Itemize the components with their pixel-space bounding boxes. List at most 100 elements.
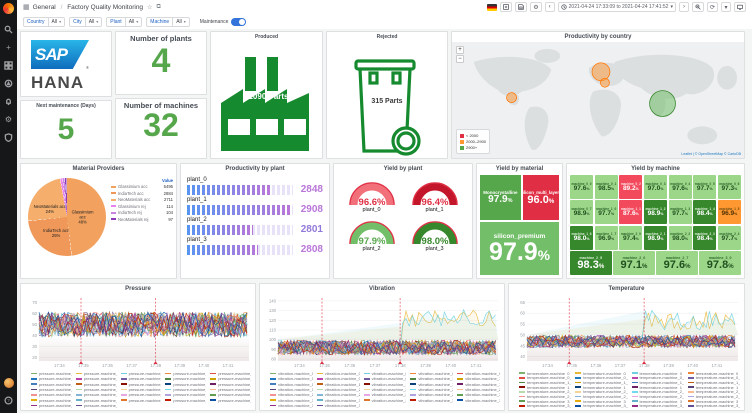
star-icon[interactable]: ☆ [147,4,152,11]
admin-shield-icon[interactable] [3,132,14,143]
machine-tile-machine_0_4[interactable]: machine_0_497.6% [669,175,692,199]
legend-item[interactable]: temperature-machine_3_4 [519,404,571,408]
pie-legend-item[interactable]: IndiaTech acc2884 [111,191,173,196]
legend-item[interactable]: vibration-machine_1_2 [270,382,313,387]
material-tile-silicon_multi_layers[interactable]: silicon_multi_layers96.0% [523,175,559,220]
legend-item[interactable]: temperature-machine_0_7 [688,376,740,380]
pie-legend-item[interactable]: IndiaTech rej104 [111,210,173,215]
machine-tile-machine_0_2[interactable]: machine_0_289.2% [619,175,642,199]
legend-item[interactable]: temperature-machine_2_4 [519,394,571,398]
legend-item[interactable]: pressure-machine_0_4 [210,371,251,376]
panel-title[interactable]: Material Providers [21,164,176,174]
legend-item[interactable]: pressure-machine_2_6 [121,392,162,397]
legend-item[interactable]: vibration-machine_0_5 [270,376,313,381]
legend-item[interactable]: temperature-machine_2_6 [632,394,684,398]
legend-item[interactable]: temperature-machine_1_4 [519,385,571,389]
legend-item[interactable]: temperature-machine_2_5 [575,394,627,398]
tv-mode-button[interactable] [734,2,746,12]
filter-country[interactable]: CountryAll▾ [23,17,65,27]
legend-item[interactable]: pressure-machine_2_1 [121,387,162,392]
legend-item[interactable]: vibration-machine_3_4 [410,398,453,403]
machine-tile-machine_1_2[interactable]: machine_1_298.9% [644,200,667,224]
legend-item[interactable]: vibration-machine_1_6 [457,382,500,387]
time-shift-back-button[interactable]: ‹ [545,2,555,12]
add-panel-button[interactable] [500,2,512,12]
legend-item[interactable]: pressure-machine_1_0 [165,376,206,381]
legend-item[interactable]: pressure-machine_2_7 [165,392,206,397]
legend-item[interactable]: temperature-machine_2_1 [575,390,627,394]
legend-item[interactable]: pressure-machine_3_3 [121,398,162,403]
map-zoom-out-button[interactable]: − [456,55,464,63]
legend-item[interactable]: vibration-machine_2_6 [364,392,407,397]
gauge-plant_3[interactable]: 98.0% plant_3 [403,215,466,252]
legend-item[interactable]: pressure-machine_1_7 [31,387,72,392]
legend-item[interactable]: temperature-machine_1_2 [632,380,684,384]
map-marker-india[interactable] [650,91,676,117]
pie-legend-value-header[interactable]: Value [111,178,173,183]
legend-item[interactable]: temperature-machine_0_1 [575,371,627,375]
machine-tile-machine_3_0[interactable]: machine_3_097.8% [699,251,741,275]
legend-item[interactable]: vibration-machine_0_7 [364,376,407,381]
legend-item[interactable]: vibration-machine_0_0 [270,371,313,376]
pie-legend-item[interactable]: Glassimium acc5495 [111,184,173,189]
map-marker-uk[interactable] [592,63,610,81]
machine-tile-machine_1_6[interactable]: machine_1_698.0% [570,226,593,250]
legend-item[interactable]: pressure-machine_0_1 [76,371,117,376]
explore-icon[interactable] [3,78,14,89]
help-icon[interactable]: ? [3,395,14,406]
legend-item[interactable]: vibration-machine_1_3 [317,382,360,387]
breadcrumb-title[interactable]: Factory Quality Monitoring [67,4,143,11]
legend-item[interactable]: vibration-machine_3_5 [457,398,500,403]
legend-item[interactable]: vibration-machine_2_1 [364,387,407,392]
pie-legend-item[interactable]: NeoMaterials acc2711 [111,197,173,202]
legend-item[interactable]: temperature-machine_2_0 [519,390,571,394]
world-map[interactable]: + − < 20002000–29002900+ Leaflet | © Ope… [452,42,744,158]
legend-item[interactable]: vibration-machine_2_2 [410,387,453,392]
legend-item[interactable]: vibration-machine_3_0 [457,392,500,397]
flag-icon[interactable] [487,4,497,11]
filter-plant[interactable]: PlantAll▾ [106,17,142,27]
machine-tile-machine_2_3[interactable]: machine_2_398.4% [693,226,716,250]
pie-legend-item[interactable]: NeoMaterials rej97 [111,217,173,222]
grafana-logo-icon[interactable] [3,3,14,14]
legend-item[interactable]: temperature-machine_1_3 [688,380,740,384]
machine-tile-machine_1_0[interactable]: machine_1_097.7% [595,200,618,224]
legend-item[interactable]: vibration-machine_2_7 [410,392,453,397]
legend-item[interactable]: pressure-machine_3_1 [31,398,72,403]
panel-title[interactable]: Productivity by country [452,32,744,42]
time-range-picker[interactable]: 2021-04-24 17:33:09 to 2021-04-24 17:41:… [558,2,676,12]
bar-gauge-row[interactable]: plant_2 2801 [187,217,323,235]
legend-item[interactable]: vibration-machine_1_7 [270,387,313,392]
panel-title[interactable]: Temperature [509,284,744,294]
material-tile-silicon_premium[interactable]: silicon_premium97.9% [480,222,559,275]
legend-item[interactable]: temperature-machine_2_7 [688,394,740,398]
panel-title[interactable]: Yield by plant [334,164,472,174]
maintenance-toggle[interactable] [231,18,246,26]
bar-gauge-row[interactable]: plant_0 2848 [187,177,323,195]
legend-item[interactable]: pressure-machine_3_5 [210,398,251,403]
machine-tile-machine_2_5[interactable]: machine_2_598.3% [570,251,612,275]
legend-item[interactable]: vibration-machine_0_1 [317,371,360,376]
legend-item[interactable]: pressure-machine_1_2 [31,382,72,387]
machine-tile-machine_1_1[interactable]: machine_1_187.6% [619,200,642,224]
legend-item[interactable]: pressure-machine_3_0 [210,392,251,397]
legend-item[interactable]: vibration-machine_3_3 [364,398,407,403]
time-shift-forward-button[interactable]: › [679,2,689,12]
pie-legend-item[interactable]: Glassimium rej114 [111,204,173,209]
legend-item[interactable]: temperature-machine_0_2 [632,371,684,375]
panel-title[interactable]: Vibration [260,284,504,294]
gauge-plant_0[interactable]: 96.6% plant_0 [340,176,403,213]
legend-item[interactable]: temperature-machine_1_6 [632,385,684,389]
refresh-button[interactable]: ⟳ [707,2,718,12]
legend-item[interactable]: temperature-machine_3_2 [632,399,684,403]
legend-item[interactable]: pressure-machine_0_0 [31,371,72,376]
bar-gauge-row[interactable]: plant_3 2808 [187,237,323,255]
dashboards-icon[interactable] [3,60,14,71]
pressure-plot[interactable]: 70605040302017:3417:3517:3617:3717:3817:… [24,295,252,370]
machine-tile-machine_1_5[interactable]: machine_1_596.9% [718,200,741,224]
machine-tile-machine_1_7[interactable]: machine_1_796.9% [595,226,618,250]
legend-item[interactable]: vibration-machine_1_4 [364,382,407,387]
panel-title[interactable]: Productivity by plant [181,164,329,174]
map-zoom-in-button[interactable]: + [456,46,464,54]
legend-item[interactable]: vibration-machine_3_7 [317,403,360,408]
